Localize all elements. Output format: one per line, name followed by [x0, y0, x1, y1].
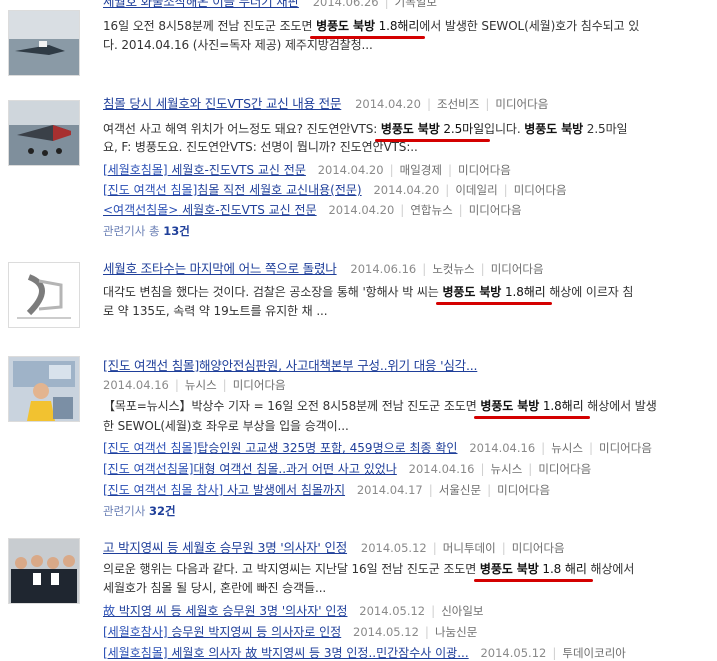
portal-link[interactable]: 미디어다음 [514, 183, 567, 197]
sub-news-link[interactable]: <여객선침몰> 세월호-진도VTS 교신 전문 [103, 203, 317, 217]
news-source[interactable]: 나눔신문 [435, 625, 477, 639]
news-item: 고 박지영씨 등 세월호 승무원 3명 '의사자' 인정 2014.05.12 |… [0, 534, 717, 661]
news-date: 2014.04.20 [355, 97, 421, 111]
news-title-link[interactable]: 침몰 당시 세월호와 진도VTS간 교신 내용 전문 [103, 96, 341, 111]
keyword-highlight: 2.5마일 [437, 122, 490, 142]
news-thumbnail[interactable] [8, 356, 80, 422]
news-date: 2014.06.26 [312, 0, 379, 9]
related-articles-link[interactable]: 관련기사 32건 [103, 503, 176, 519]
news-thumbnail[interactable] [8, 538, 80, 604]
sub-news-row: 故 박지영 씨 등 세월호 승무원 3명 '의사자' 인정 2014.05.12… [103, 604, 484, 618]
keyword-highlight: 병풍도 북방 [474, 399, 545, 419]
sub-news-link[interactable]: [세월호침몰] 세월호-진도VTS 교신 전문 [103, 163, 306, 177]
news-title-link[interactable]: 세월호 조타수는 마지막에 어느 쪽으로 돌렸나 [103, 261, 337, 276]
news-source[interactable]: 조선비즈 [437, 97, 479, 111]
portal-link[interactable]: 미디어다음 [538, 462, 591, 476]
news-thumbnail[interactable] [8, 100, 80, 166]
news-title-link[interactable]: 세월호 화물조작해온 이들 무더기 재판 [103, 0, 299, 9]
keyword-highlight: 1.8 해리 [536, 562, 594, 582]
sub-news-link[interactable]: [진도 여객선 침몰 참사] 사고 발생에서 침몰까지 [103, 483, 345, 497]
news-snippet: 의로운 행위는 다음과 같다. 고 박지영씨는 지난달 16일 전남 진도군 조… [103, 562, 635, 582]
keyword-highlight: 1.8해리 [536, 399, 590, 419]
news-snippet: 16일 오전 8시58분께 전남 진도군 조도면 병풍도 북방 1.8해리에서 … [103, 19, 640, 39]
news-source[interactable]: 이데일리 [455, 183, 497, 197]
sub-news-row: [세월호참사] 승무원 박지영씨 등 의사자로 인정 2014.05.12 | 나눔… [103, 625, 478, 639]
related-articles-link[interactable]: 관련기사 총 13건 [103, 223, 190, 239]
news-title-link[interactable]: 고 박지영씨 등 세월호 승무원 3명 '의사자' 인정 [103, 540, 347, 555]
keyword-highlight: 1.8해리 [499, 285, 552, 305]
news-source[interactable]: 연합뉴스 [410, 203, 452, 217]
news-date: 2014.06.16 [350, 262, 417, 276]
news-snippet-line2: 한 SEWOL(세월)호 좌우로 부상을 입을 승객이... [103, 419, 349, 433]
news-source[interactable]: 매일경제 [400, 163, 442, 177]
news-date: 2014.05.12 [353, 625, 419, 639]
portal-link[interactable]: 미디어다음 [233, 378, 286, 392]
news-item: 침몰 당시 세월호와 진도VTS간 교신 내용 전문 2014.04.20 | 조선… [0, 92, 717, 242]
news-source[interactable]: 신아일보 [441, 604, 483, 618]
news-source[interactable]: 뉴시스 [491, 462, 523, 476]
keyword-highlight: 1.8해리 [372, 19, 425, 39]
news-date: 2014.05.12 [359, 604, 426, 618]
sub-news-link[interactable]: [진도 여객선침몰]대형 여객선 침몰..과거 어떤 사고 있었나 [103, 462, 397, 476]
keyword-highlight: 병풍도 북방 [473, 562, 545, 582]
news-date: 2014.05.12 [360, 541, 427, 555]
news-date: 2014.04.20 [373, 183, 440, 197]
news-source[interactable]: 서울신문 [439, 483, 481, 497]
news-snippet-line2: 다. 2014.04.16 (사진=독자 제공) 제주지방검찰청... [103, 38, 373, 52]
news-thumbnail[interactable] [8, 262, 80, 328]
sub-news-link[interactable]: 故 박지영 씨 등 세월호 승무원 3명 '의사자' 인정 [103, 604, 347, 618]
keyword-highlight: 병풍도 북방 [310, 19, 381, 39]
news-snippet-line2: 로 약 135도, 속력 약 19노트를 유지한 채 ... [103, 304, 328, 318]
news-date: 2014.04.16 [103, 378, 169, 392]
sub-news-link[interactable]: [세월호침몰] 세월호 의사자 故 박지영씨 등 3명 인정..민간잠수사 이광… [103, 646, 469, 660]
news-source[interactable]: 기독일보 [395, 0, 437, 9]
sub-news-row: <여객선침몰> 세월호-진도VTS 교신 전문 2014.04.20 | 연합뉴스 |… [103, 203, 522, 217]
news-date: 2014.04.17 [356, 483, 423, 497]
portal-link[interactable]: 미디어다음 [599, 441, 652, 455]
portal-link[interactable]: 미디어다음 [512, 541, 565, 555]
portal-link[interactable]: 미디어다음 [497, 483, 550, 497]
news-snippet: 여객선 사고 해역 위치가 어느정도 돼요? 진도연안VTS: 병풍도 북방 2… [103, 122, 628, 142]
portal-link[interactable]: 미디어다음 [495, 97, 548, 111]
news-source[interactable]: 머니투데이 [443, 541, 496, 555]
news-source[interactable]: 투데이코리아 [562, 646, 625, 660]
keyword-highlight: 병풍도 북방 [374, 122, 446, 142]
news-snippet-line2: 세월호가 침몰 될 당시, 혼란에 빠진 승객들... [103, 581, 327, 595]
news-thumbnail[interactable] [8, 10, 80, 76]
news-item: [진도 여객선 침몰]해양안전심판원, 사고대책본부 구성..위기 대응 '심각… [0, 352, 717, 524]
sub-news-row: [진도 여객선 침몰]탑승인원 고교생 325명 포함, 459명으로 최종 확… [103, 441, 652, 455]
portal-link[interactable]: 미디어다음 [458, 163, 511, 177]
sub-news-link[interactable]: [세월호참사] 승무원 박지영씨 등 의사자로 인정 [103, 625, 341, 639]
keyword-highlight: 병풍도 북방 [436, 285, 507, 305]
sub-news-row: [진도 여객선침몰]대형 여객선 침몰..과거 어떤 사고 있었나 2014.0… [103, 462, 592, 476]
news-source[interactable]: 뉴시스 [551, 441, 583, 455]
news-title-link[interactable]: [진도 여객선 침몰]해양안전심판원, 사고대책본부 구성..위기 대응 '심각… [103, 358, 477, 373]
sub-news-link[interactable]: [진도 여객선 침몰]탑승인원 고교생 325명 포함, 459명으로 최종 확… [103, 441, 457, 455]
news-item: 세월호 조타수는 마지막에 어느 쪽으로 돌렸나 2014.06.16 | 노컷뉴스… [0, 258, 717, 338]
news-source[interactable]: 뉴시스 [185, 378, 217, 392]
sub-news-link[interactable]: [진도 여객선 침몰]침몰 직전 세월호 교신내용(전문) [103, 183, 362, 197]
news-item: 세월호 화물조작해온 이들 무더기 재판 2014.06.26 | 기독일보 16일… [0, 0, 717, 82]
news-date: 2014.05.12 [480, 646, 547, 660]
news-snippet: 대각도 변침을 했다는 것이다. 검찰은 공소장을 통해 '항해사 박 씨는 병… [103, 285, 634, 305]
news-date: 2014.04.16 [469, 441, 536, 455]
news-date: 2014.04.20 [317, 163, 384, 177]
portal-link[interactable]: 미디어다음 [491, 262, 544, 276]
sub-news-row: [세월호침몰] 세월호-진도VTS 교신 전문 2014.04.20 | 매일경제 |… [103, 163, 511, 177]
news-snippet: 【목포=뉴시스】박상수 기자 = 16일 오전 8시58분께 전남 진도군 조도… [103, 399, 657, 419]
sub-news-row: [세월호침몰] 세월호 의사자 故 박지영씨 등 3명 인정..민간잠수사 이광… [103, 646, 626, 660]
sub-news-row: [진도 여객선 침몰 참사] 사고 발생에서 침몰까지 2014.04.17 | 서… [103, 483, 551, 497]
news-date: 2014.04.20 [328, 203, 395, 217]
sub-news-row: [진도 여객선 침몰]침몰 직전 세월호 교신내용(전문) 2014.04.20… [103, 183, 567, 197]
news-date: 2014.04.16 [408, 462, 475, 476]
news-source[interactable]: 노컷뉴스 [432, 262, 474, 276]
news-snippet-line2: 요, F: 병풍도요. 진도연안VTS: 선명이 뭡니까? 진도연안VTS:.. [103, 140, 418, 154]
portal-link[interactable]: 미디어다음 [469, 203, 522, 217]
